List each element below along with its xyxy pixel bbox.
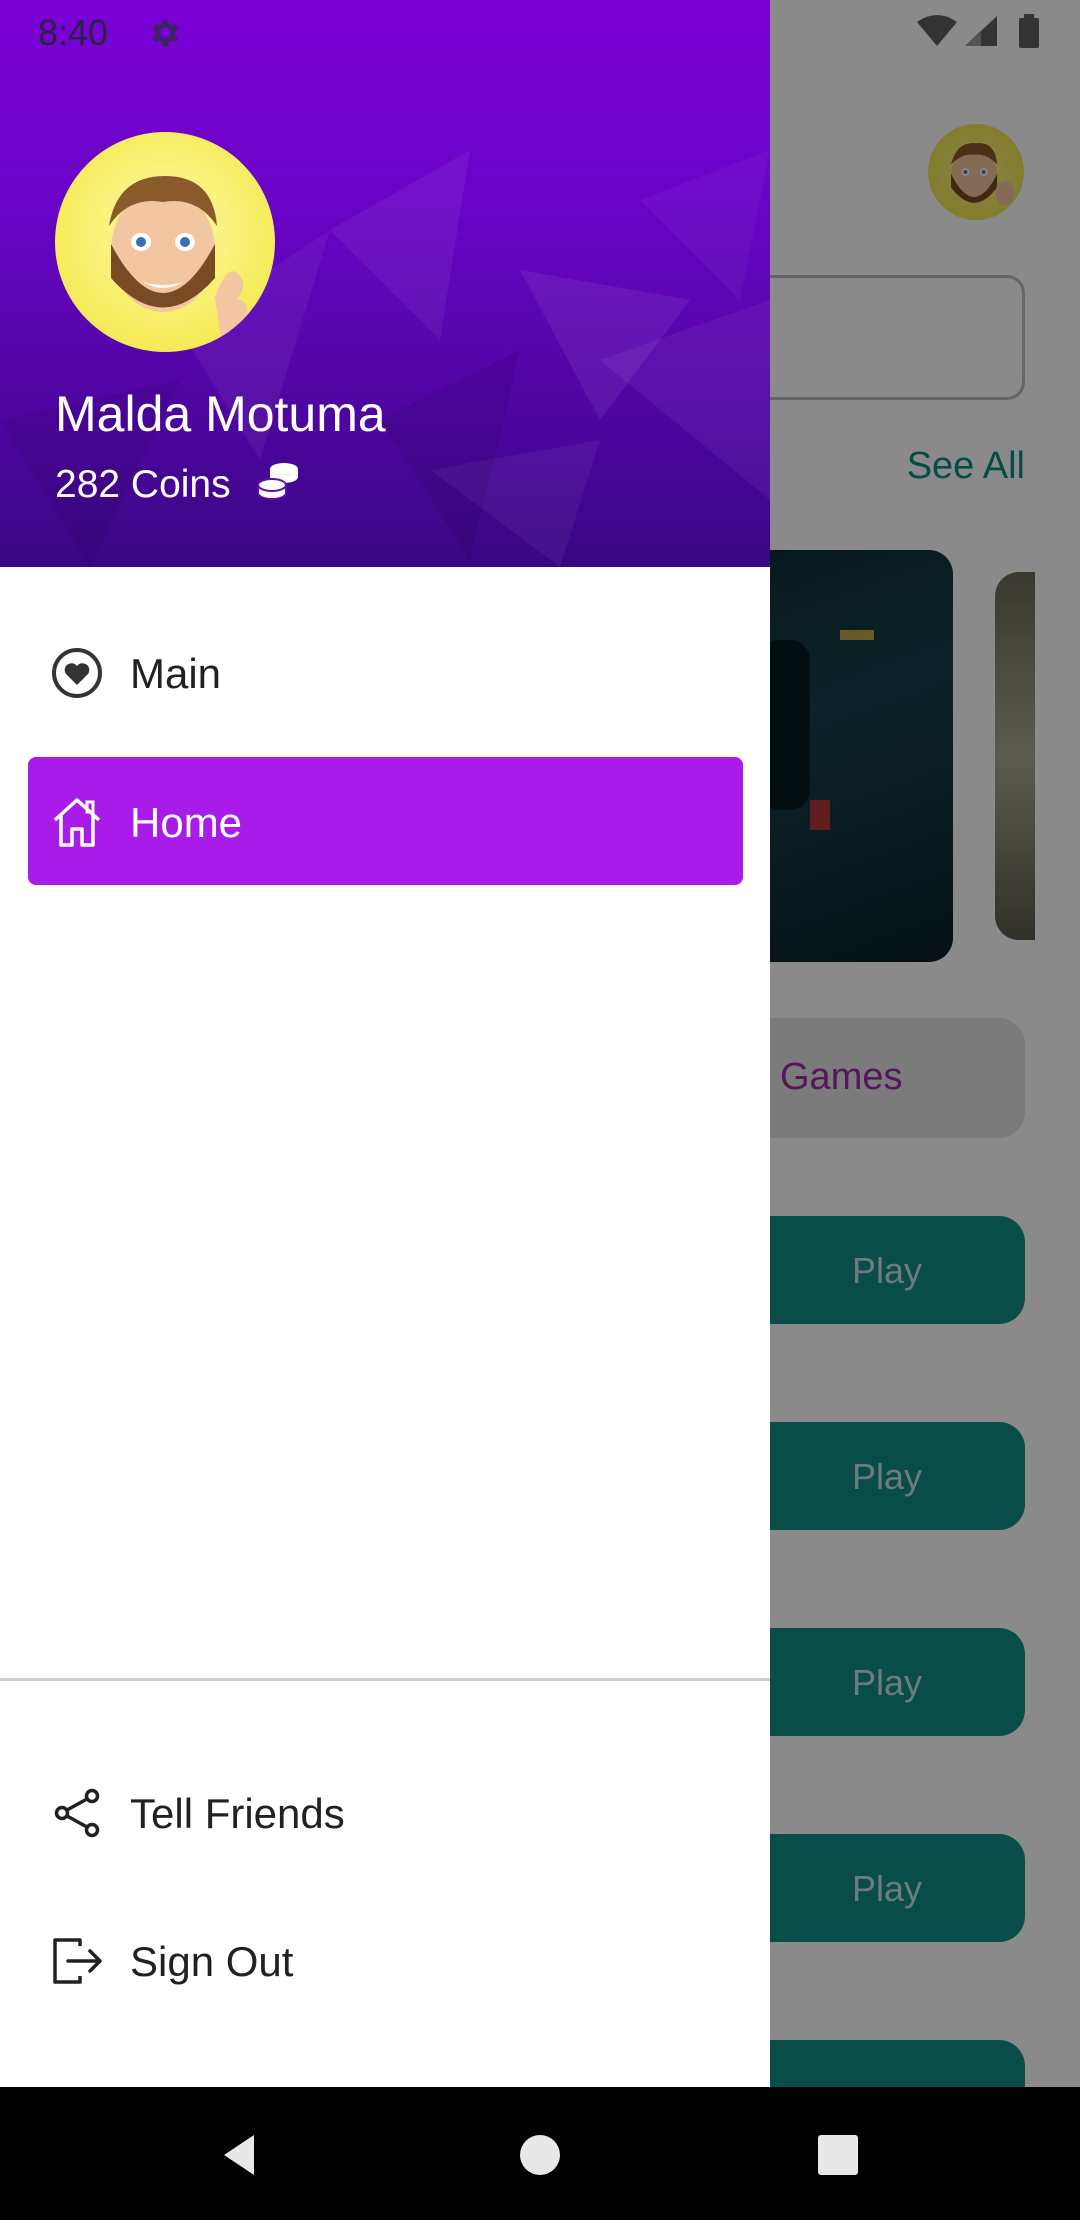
drawer-divider — [0, 1678, 770, 1681]
system-navigation-bar — [0, 2087, 1080, 2220]
menu-item-label: Main — [130, 650, 222, 697]
coin-balance: 282 Coins — [55, 463, 231, 506]
recents-icon[interactable] — [810, 2127, 866, 2183]
home-icon — [53, 798, 101, 847]
wifi-icon — [917, 15, 957, 46]
menu-item-label: Tell Friends — [130, 1790, 345, 1837]
menu-item-main[interactable]: Main — [28, 608, 743, 736]
back-icon[interactable] — [212, 2127, 268, 2183]
user-avatar[interactable] — [55, 132, 275, 352]
menu-item-label: Sign Out — [130, 1938, 294, 1985]
coins-icon — [257, 463, 298, 500]
menu-item-tell-friends[interactable]: Tell Friends — [28, 1748, 743, 1876]
navigation-drawer: Malda Motuma 282 Coins Main Home Tell Fr… — [0, 0, 770, 2087]
heart-circle-icon — [52, 648, 102, 698]
menu-item-sign-out[interactable]: Sign Out — [28, 1896, 743, 2024]
sign-out-icon — [53, 1938, 102, 1984]
settings-gear-icon — [152, 19, 179, 47]
status-time: 8:40 — [38, 12, 109, 53]
drawer-header: Malda Motuma 282 Coins — [0, 0, 770, 567]
share-icon — [54, 1788, 100, 1838]
user-name: Malda Motuma — [55, 386, 386, 442]
menu-item-home[interactable]: Home — [28, 757, 743, 885]
system-status-icons — [917, 14, 1039, 48]
home-circle-icon[interactable] — [512, 2127, 568, 2183]
battery-icon — [1019, 18, 1039, 48]
status-bar: 8:40 — [0, 0, 1080, 66]
menu-item-label: Home — [130, 799, 243, 846]
